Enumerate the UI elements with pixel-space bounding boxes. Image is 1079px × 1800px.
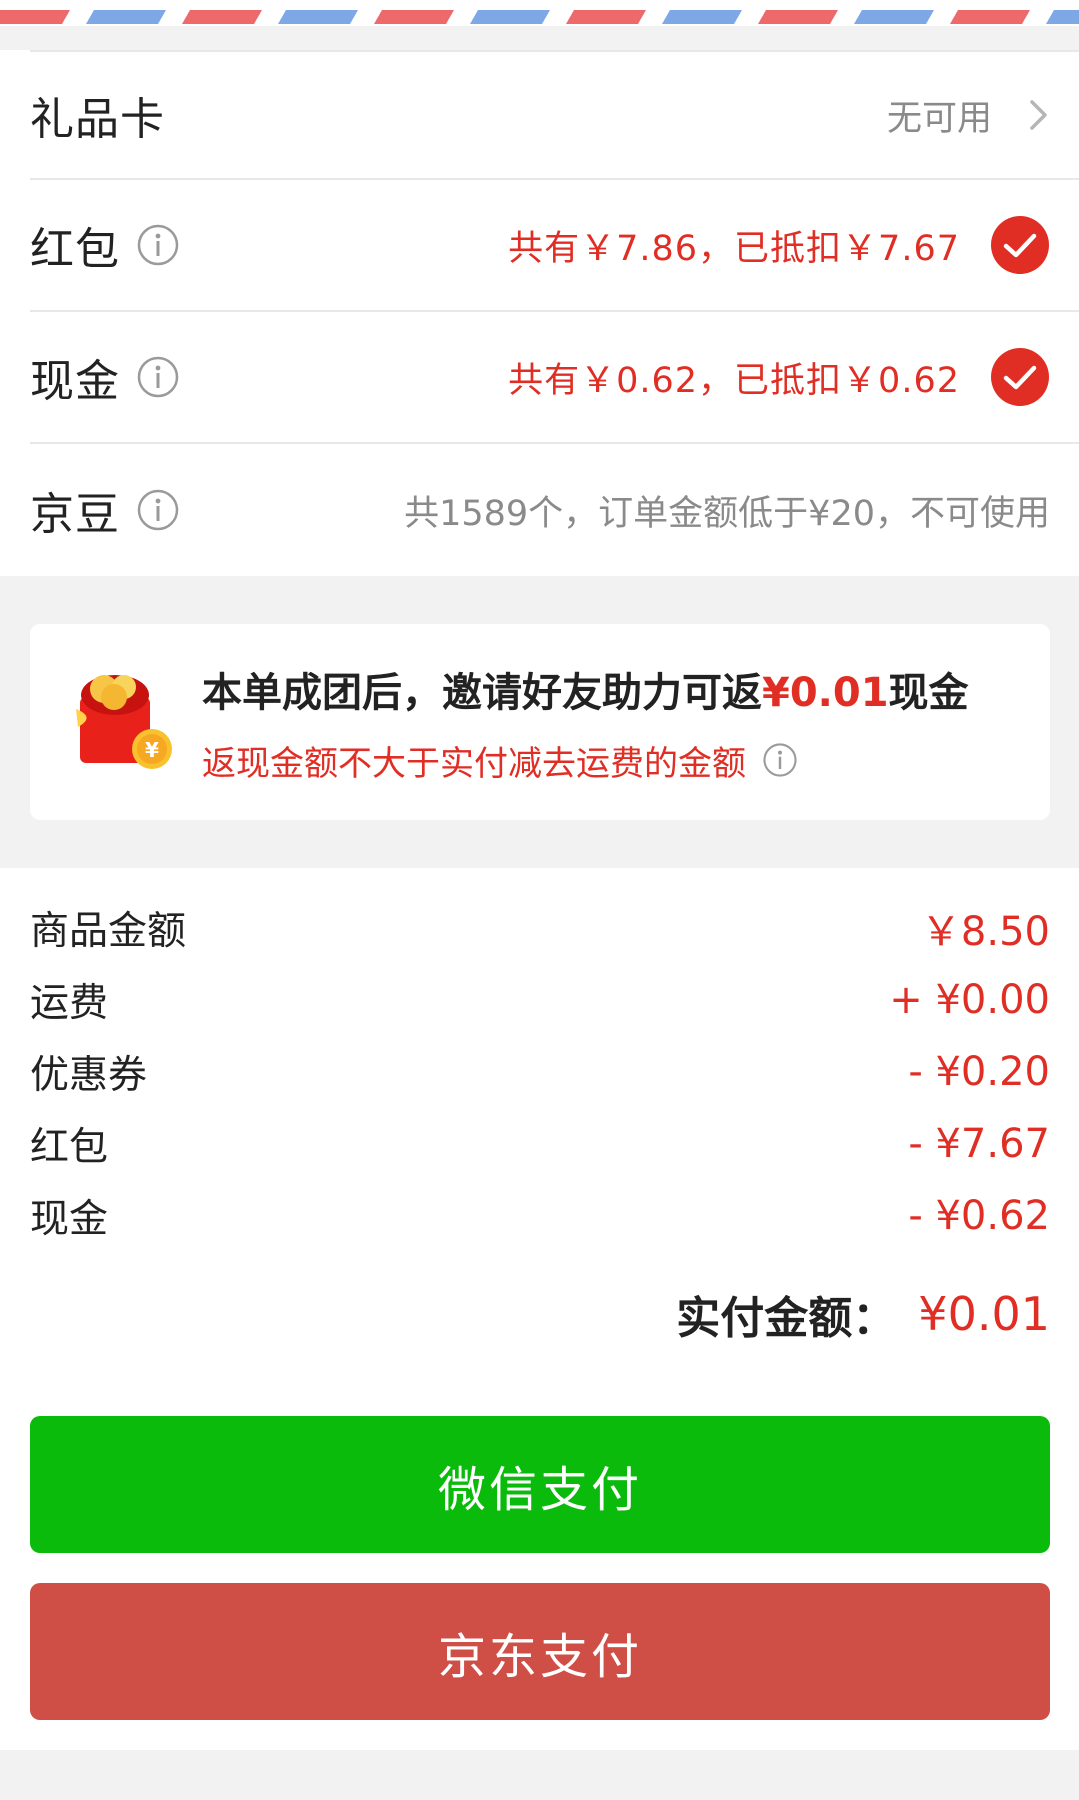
summary-label: 红包 [30,1125,109,1170]
promo-amount: ¥0.01 [762,669,889,716]
summary-row: 运费 + ¥0.00 [30,964,1050,1036]
order-summary: 商品金额 ￥8.50 运费 + ¥0.00 优惠券 - ¥0.20 红包 - ¥… [0,868,1079,1750]
airmail-stripe [854,10,934,24]
summary-value: - ¥0.20 [908,1049,1050,1095]
footer [0,1750,1079,1800]
summary-row: 现金 - ¥0.62 [30,1180,1050,1252]
airmail-stripe [566,10,646,24]
airmail-stripe [470,10,550,24]
jd-beans-detail: 共1589个，订单金额低于¥20，不可使用 [404,493,1050,534]
summary-row: 商品金额 ￥8.50 [30,892,1050,964]
gift-card-row[interactable]: 礼品卡 无可用 [30,50,1079,180]
payment-options-panel: 礼品卡 无可用 红包 共有￥7.86，已抵扣￥7.67 现金 共有￥0.62，已… [0,50,1079,576]
total-value: ¥0.01 [918,1287,1050,1341]
airmail-stripe [86,10,166,24]
gift-card-label: 礼品卡 [30,94,165,145]
red-packet-label: 红包 [30,224,120,275]
red-packet-row[interactable]: 红包 共有￥7.86，已抵扣￥7.67 [30,180,1079,312]
info-icon[interactable] [136,488,180,532]
gift-card-status: 无可用 [886,98,992,139]
summary-value: - ¥0.62 [908,1193,1050,1239]
check-circle-icon[interactable] [990,215,1050,275]
red-packet-detail: 共有￥7.86，已抵扣￥7.67 [508,228,960,269]
airmail-stripe [758,10,838,24]
promo-title: 本单成团后，邀请好友助力可返¥0.01现金 [202,669,969,716]
jd-beans-row[interactable]: 京豆 共1589个，订单金额低于¥20，不可使用 [30,444,1079,576]
summary-label: 优惠券 [30,1053,148,1098]
airmail-stripe [374,10,454,24]
summary-value: ￥8.50 [920,909,1050,955]
promo-subtitle: 返现金额不大于实付减去运费的金额 [202,736,969,785]
summary-label: 现金 [30,1197,109,1242]
airmail-stripe [278,10,358,24]
summary-label: 商品金额 [30,909,187,954]
airmail-border [0,0,1079,26]
airmail-stripe [0,10,70,24]
airmail-stripe [950,10,1030,24]
summary-label: 运费 [30,981,109,1026]
cash-label: 现金 [30,356,120,407]
section-gap [0,576,1079,624]
total-label: 实付金额： [676,1293,897,1344]
info-icon[interactable] [136,355,180,399]
cash-row[interactable]: 现金 共有￥0.62，已抵扣￥0.62 [30,312,1079,444]
red-envelope-icon: ¥ [76,675,172,769]
jd-pay-button[interactable]: 京东支付 [30,1583,1050,1720]
summary-value: - ¥7.67 [908,1121,1050,1167]
summary-row: 优惠券 - ¥0.20 [30,1036,1050,1108]
cashback-promo-card: ¥ 本单成团后，邀请好友助力可返¥0.01现金 返现金额不大于实付减去运费的金额 [30,624,1050,820]
jd-beans-label: 京豆 [30,489,120,540]
info-icon[interactable] [762,742,798,778]
info-icon[interactable] [136,223,180,267]
promo-section: ¥ 本单成团后，邀请好友助力可返¥0.01现金 返现金额不大于实付减去运费的金额 [0,624,1079,868]
check-circle-icon[interactable] [990,347,1050,407]
airmail-stripe [662,10,742,24]
wechat-pay-button[interactable]: 微信支付 [30,1416,1050,1553]
summary-row: 红包 - ¥7.67 [30,1108,1050,1180]
chevron-right-icon [1030,100,1047,130]
airmail-stripe [182,10,262,24]
cash-detail: 共有￥0.62，已抵扣￥0.62 [508,360,960,401]
summary-value: + ¥0.00 [889,977,1050,1023]
airmail-stripe [1046,10,1079,24]
total-row: 实付金额： ¥0.01 [30,1258,1050,1370]
svg-text:¥: ¥ [145,738,159,762]
